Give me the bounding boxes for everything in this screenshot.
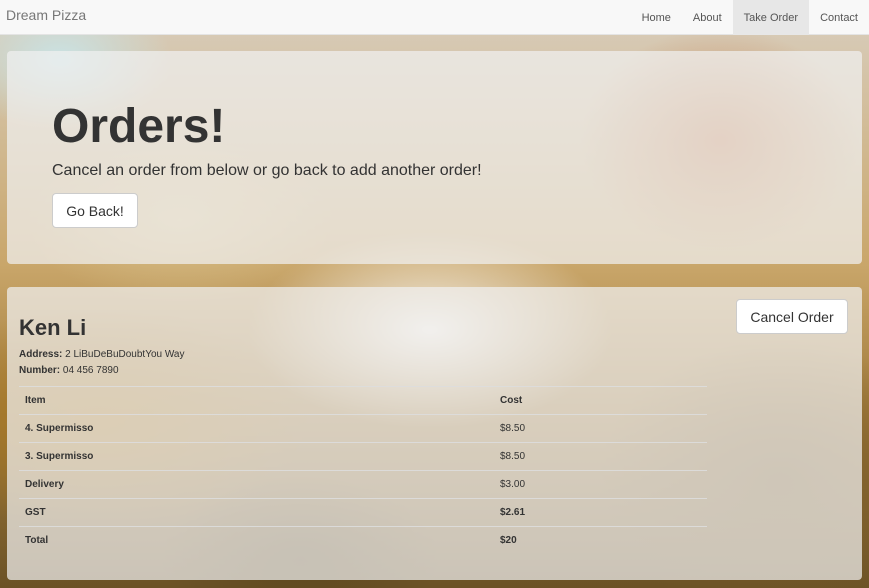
item-name: Delivery [19,470,494,499]
number-value: 04 456 7890 [62,365,119,376]
item-name: GST [19,498,494,527]
table-header-row: Item Cost [19,386,707,415]
page-title: Orders! [52,100,226,153]
nav-home[interactable]: Home [631,0,682,35]
brand-link[interactable]: Dream Pizza [6,7,86,23]
item-cost: $20 [494,526,707,555]
table-row: GST $2.61 [19,498,707,527]
number-label: Number: [19,365,61,376]
order-items-table: Item Cost 4. Supermisso $8.50 3. Supermi… [19,386,707,555]
table-row: 4. Supermisso $8.50 [19,414,707,443]
nav-take-order[interactable]: Take Order [732,0,810,35]
header-cost: Cost [494,386,707,415]
navbar: Dream Pizza Home About Take Order Contac… [0,0,869,35]
page-subtitle: Cancel an order from below or go back to… [52,162,482,179]
item-cost: $3.00 [494,470,707,499]
cancel-order-button[interactable]: Cancel Order [736,299,848,334]
number-line: Number: 04 456 7890 [19,365,119,376]
nav-menu: Home About Take Order Contact [631,0,869,35]
item-cost: $2.61 [494,498,707,527]
item-name: 4. Supermisso [19,414,494,443]
item-name: Total [19,526,494,555]
item-cost: $8.50 [494,414,707,443]
address-label: Address: [19,349,63,360]
nav-contact[interactable]: Contact [809,0,869,35]
table-row: Delivery $3.00 [19,470,707,499]
customer-name: Ken Li [19,315,87,340]
order-panel: Cancel Order Ken Li Address: 2 LiBuDeBuD… [7,287,862,580]
table-row: Total $20 [19,526,707,555]
jumbotron: Orders! Cancel an order from below or go… [7,51,862,264]
address-value: 2 LiBuDeBuDoubtYou Way [65,349,185,360]
table-row: 3. Supermisso $8.50 [19,442,707,471]
item-cost: $8.50 [494,442,707,471]
go-back-button[interactable]: Go Back! [52,193,138,228]
address-line: Address: 2 LiBuDeBuDoubtYou Way [19,349,184,360]
nav-about[interactable]: About [682,0,733,35]
item-name: 3. Supermisso [19,442,494,471]
header-item: Item [19,386,494,415]
